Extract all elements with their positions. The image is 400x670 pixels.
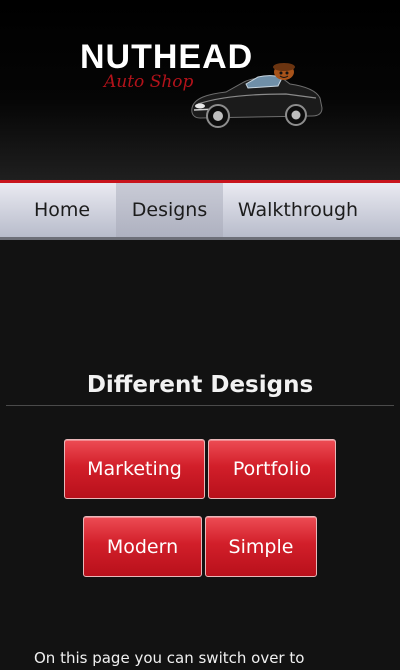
page-title: Different Designs <box>86 372 314 398</box>
intro-text: On this page you can switch over to <box>34 649 305 667</box>
main-nav: Home Designs Walkthrough <box>0 183 400 240</box>
title-divider <box>6 405 394 406</box>
nav-item-home[interactable]: Home <box>0 183 116 237</box>
modern-button[interactable]: Modern <box>83 516 202 577</box>
page: NUTHEAD Auto Shop Home Designs Walkthrou… <box>0 0 400 670</box>
portfolio-button[interactable]: Portfolio <box>208 439 336 499</box>
simple-button[interactable]: Simple <box>205 516 317 577</box>
nav-item-walkthrough[interactable]: Walkthrough <box>223 183 373 237</box>
nav-item-designs[interactable]: Designs <box>116 183 223 237</box>
marketing-button[interactable]: Marketing <box>64 439 205 499</box>
car-logo-icon <box>191 63 323 128</box>
site-header: NUTHEAD Auto Shop <box>0 0 400 180</box>
brand-subtitle: Auto Shop <box>104 72 194 92</box>
